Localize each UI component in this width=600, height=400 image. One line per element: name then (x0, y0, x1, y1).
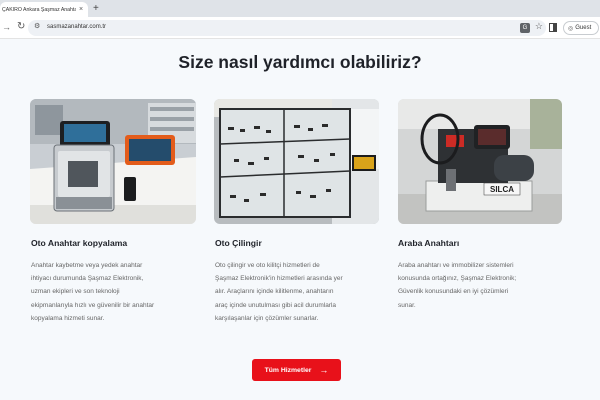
card-title-car-key: Araba Anahtarı (398, 238, 460, 248)
key-machine-photo: SILCA (398, 99, 562, 224)
url-text[interactable]: sasmazanahtar.com.tr (47, 24, 106, 30)
browser-tab[interactable]: ÇAKIRO Ankara Şaşmaz Anahtar × (0, 2, 88, 17)
card-title-locksmith: Oto Çilingir (215, 238, 262, 248)
address-bar[interactable]: ⚙ sasmazanahtar.com.tr G ☆ (28, 20, 546, 36)
tab-title: ÇAKIRO Ankara Şaşmaz Anahtar (2, 6, 76, 13)
translate-icon[interactable]: G (520, 23, 530, 33)
key-copying-photo (30, 99, 196, 224)
bookmark-star-icon[interactable]: ☆ (535, 21, 543, 32)
new-tab-icon[interactable]: + (93, 3, 99, 15)
site-info-icon[interactable]: ⚙ (34, 22, 40, 30)
forward-icon[interactable]: → (2, 22, 11, 32)
guest-profile-button[interactable]: ◎ Guest (563, 21, 599, 35)
tab-close-icon[interactable]: × (76, 6, 86, 13)
browser-toolbar: → ↻ ⚙ sasmazanahtar.com.tr G ☆ ◎ Guest (0, 17, 600, 39)
card-title-key-copying: Oto Anahtar kopyalama (31, 238, 128, 248)
card-description-car-key: Araba anahtarı ve immobilizer sistemleri… (398, 262, 517, 309)
all-services-button[interactable]: Tüm Hizmetler → (252, 359, 341, 381)
showcase-photo (214, 99, 379, 224)
guest-label: Guest (575, 25, 592, 31)
guest-icon: ◎ (568, 25, 574, 32)
side-panel-icon[interactable] (549, 23, 557, 32)
browser-tab-bar: ÇAKIRO Ankara Şaşmaz Anahtar × + (0, 0, 600, 17)
card-description-locksmith: Oto çilingir ve oto kilitçi hizmetleri d… (215, 262, 343, 322)
section-heading: Size nasıl yardımcı olabiliriz? (178, 52, 422, 72)
reload-icon[interactable]: ↻ (17, 21, 25, 32)
card-description-key-copying: Anahtar kaybetme veya yedek anahtar ihti… (31, 262, 155, 322)
all-services-label: Tüm Hizmetler (264, 366, 312, 374)
arrow-right-icon: → (319, 365, 329, 375)
machine-brand-label: SILCA (490, 185, 514, 194)
